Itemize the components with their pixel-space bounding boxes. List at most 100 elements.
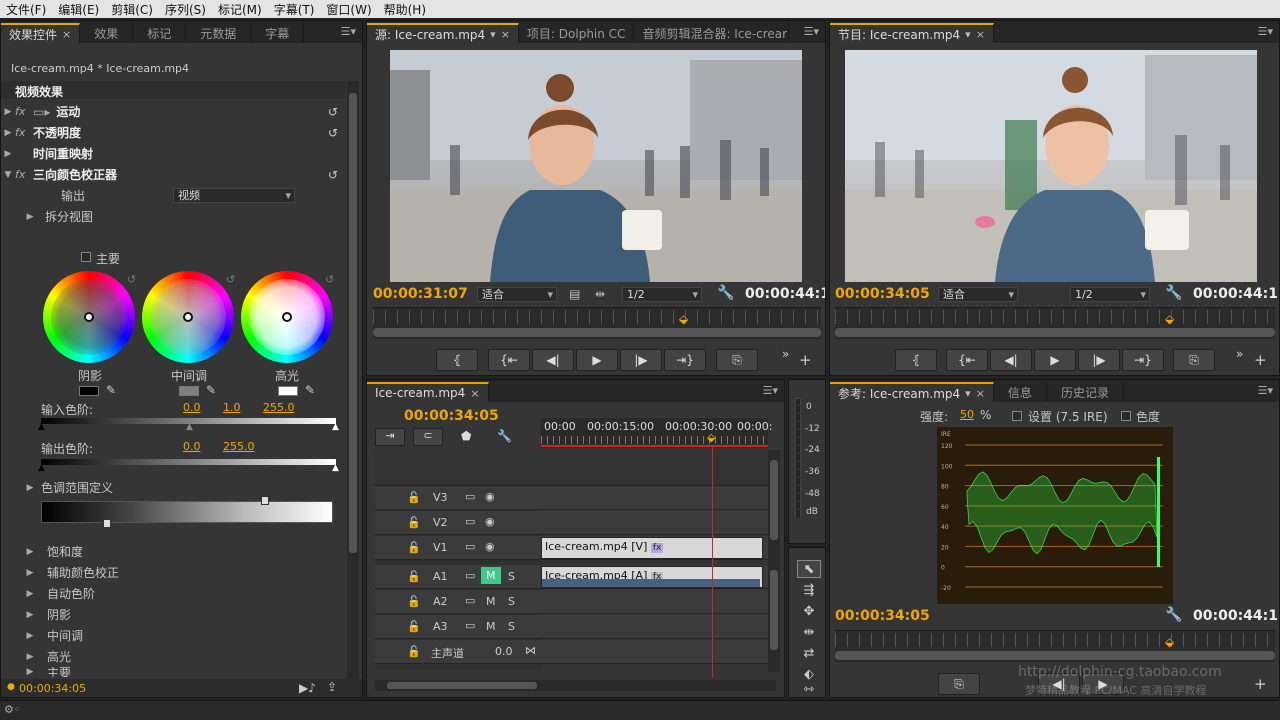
play-button[interactable]: ▶ (1034, 349, 1076, 371)
chroma-checkbox[interactable] (1121, 411, 1131, 421)
wheel-handle[interactable] (183, 312, 193, 322)
timeline-settings-icon[interactable]: 🔧 (497, 429, 512, 443)
close-icon[interactable]: × (976, 28, 985, 41)
slider-handle[interactable]: ▲ (186, 422, 193, 432)
play-audio-icon[interactable]: ▶♪ (299, 681, 316, 695)
expand-icon[interactable]: ▶ (23, 667, 37, 677)
go-to-out-button[interactable]: ⇥} (664, 349, 706, 371)
tab-effects[interactable]: 效果 (80, 23, 134, 43)
program-scrubber[interactable]: ⬙ (835, 307, 1275, 339)
solo-button[interactable]: S (508, 595, 515, 608)
tab-info[interactable]: 信息 (994, 382, 1047, 402)
mute-button[interactable]: M (481, 567, 501, 584)
eye-icon[interactable]: ◉ (485, 515, 495, 528)
menu-marker[interactable]: 标记(M) (212, 1, 268, 18)
tab-markers[interactable]: 标记 (133, 23, 187, 43)
reset-icon[interactable]: ↺ (328, 105, 338, 119)
panel-menu-icon[interactable]: ☰▾ (763, 384, 778, 397)
split-view-row[interactable]: ▶ 拆分视图 (1, 206, 346, 227)
shadows-wheel[interactable] (43, 271, 135, 363)
selection-tool-icon[interactable]: ⬉ (797, 560, 821, 578)
settings-wrench-icon[interactable]: 🔧 (1165, 285, 1182, 301)
solo-button[interactable]: S (508, 570, 515, 583)
master-checkbox[interactable] (81, 252, 91, 262)
more-controls-icon[interactable]: » (1236, 347, 1243, 361)
timeline-timecode[interactable]: 00:00:34:05 (404, 408, 499, 424)
shadows-swatch[interactable] (79, 386, 99, 396)
eye-icon[interactable]: ◉ (485, 540, 495, 553)
source-scrubber[interactable]: ⬙ (373, 307, 821, 339)
program-video-frame[interactable] (845, 50, 1257, 282)
effect-row-motion[interactable]: ▶ fx ▭▸ 运动 ↺ (1, 101, 346, 122)
tab-effect-controls[interactable]: 效果控件 × (1, 23, 81, 43)
razor-tool-icon[interactable]: ⬖ (797, 665, 821, 683)
slider-handle[interactable]: ▲ (38, 463, 45, 473)
lock-icon[interactable]: 🔓 (407, 645, 421, 658)
program-resolution-dropdown[interactable]: 1/2 (1070, 287, 1150, 302)
track-a2[interactable]: 🔓 A2 ▭ M S (375, 590, 768, 614)
add-button-icon[interactable]: + (799, 351, 812, 369)
collapse-icon[interactable]: ▼ (1, 170, 15, 180)
scrollbar-thumb[interactable] (770, 570, 778, 650)
highlights-swatch[interactable] (278, 386, 298, 396)
input-gray-value[interactable]: 1.0 (223, 401, 241, 414)
go-to-out-button[interactable]: ⇥} (1122, 349, 1164, 371)
audio-clip[interactable]: Ice-cream.mp4 [A] fx (541, 566, 763, 588)
close-icon[interactable]: × (501, 28, 510, 41)
expand-icon[interactable]: ▶ (23, 568, 37, 578)
tab-metadata[interactable]: 元数据 (186, 23, 252, 43)
fx-icon[interactable]: fx (15, 105, 33, 118)
wheel-reset-icon[interactable]: ↺ (325, 273, 334, 286)
input-white-value[interactable]: 255.0 (263, 401, 295, 414)
lock-icon[interactable]: 🔓 (407, 491, 421, 504)
mark-in-button[interactable]: ⦃ (436, 349, 478, 371)
gang-to-program-button[interactable]: ⎘ (938, 673, 980, 695)
track-select-tool-icon[interactable]: ⇶ (797, 581, 821, 599)
fx-icon[interactable]: fx (15, 126, 33, 139)
menu-edit[interactable]: 编辑(E) (52, 1, 105, 18)
settings-wrench-icon[interactable]: 🔧 (1165, 607, 1182, 623)
wheel-reset-icon[interactable]: ↺ (226, 273, 235, 286)
tab-sequence[interactable]: Ice-cream.mp4 × (367, 382, 489, 402)
sub-auto-levels[interactable]: ▶ 自动色阶 (1, 583, 346, 604)
snap-button[interactable]: ⇥ (375, 428, 405, 446)
tonal-range-handle[interactable] (103, 519, 111, 528)
expand-icon[interactable]: ▶ (23, 652, 37, 662)
tab-captions[interactable]: 字幕 (251, 23, 305, 43)
track-v3[interactable]: 🔓 V3 ▭ ◉ (375, 486, 768, 510)
slider-handle[interactable]: ▲ (332, 422, 339, 432)
scrollbar-thumb[interactable] (770, 460, 778, 540)
effect-scrollbar[interactable] (347, 81, 359, 679)
go-to-in-button[interactable]: {⇤ (946, 349, 988, 371)
zoom-bar[interactable] (835, 328, 1275, 337)
eye-icon[interactable]: ◉ (485, 490, 495, 503)
close-icon[interactable]: × (62, 28, 71, 41)
tab-source[interactable]: 源: Ice-cream.mp4 ▾ × (367, 23, 519, 43)
slider-handle[interactable]: ▲ (38, 422, 45, 432)
tab-audio-mixer[interactable]: 音频剪辑混合器: Ice-crear (634, 23, 790, 43)
expand-icon[interactable]: ▶ (23, 610, 37, 620)
reference-scrubber[interactable]: ⬙ (835, 630, 1275, 662)
rolling-edit-tool-icon[interactable]: ⇹ (797, 623, 821, 641)
tonal-range-row[interactable]: ▶ 色调范围定义 (1, 477, 346, 498)
reset-icon[interactable]: ↺ (328, 126, 338, 140)
go-to-in-button[interactable]: {⇤ (488, 349, 530, 371)
sub-highlights[interactable]: ▶ 高光 (1, 646, 346, 667)
panel-menu-icon[interactable]: ☰▾ (341, 25, 356, 38)
sub-secondary[interactable]: ▶ 辅助颜色校正 (1, 562, 346, 583)
add-button-icon[interactable]: + (1254, 351, 1267, 369)
expand-icon[interactable]: ▶ (23, 631, 37, 641)
link-button[interactable]: ⊂ (413, 428, 443, 446)
midtones-swatch[interactable] (179, 386, 199, 396)
step-back-button[interactable]: ◀| (990, 349, 1032, 371)
wheel-handle[interactable] (84, 312, 94, 322)
track-master[interactable]: 🔓 主声道 0.0 ⋈ (375, 640, 768, 664)
close-icon[interactable]: × (976, 387, 985, 400)
step-back-button[interactable]: ◀| (532, 349, 574, 371)
output-levels-slider[interactable] (41, 459, 336, 465)
setup-checkbox[interactable] (1012, 411, 1022, 421)
menu-title[interactable]: 字幕(T) (268, 1, 321, 18)
panel-menu-icon[interactable]: ☰▾ (1258, 384, 1273, 397)
close-icon[interactable]: × (470, 387, 479, 400)
timeline-vscroll[interactable] (768, 450, 780, 672)
